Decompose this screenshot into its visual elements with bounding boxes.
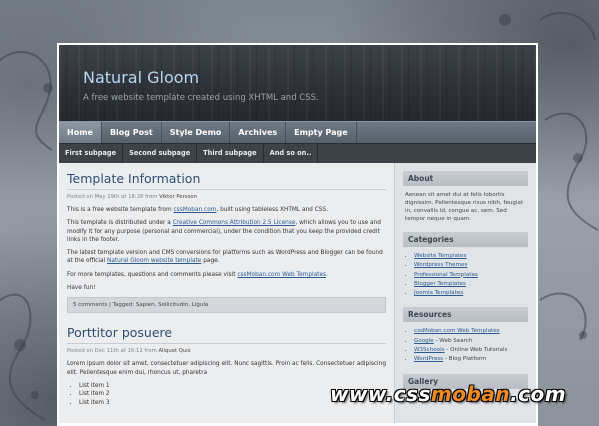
list-item: WordPress - Blog Platform	[414, 355, 528, 364]
site-title[interactable]: Natural Gloom	[83, 68, 536, 87]
category-link[interactable]: Joomla Templates	[414, 290, 463, 296]
text: .	[326, 271, 328, 278]
resource-list: cssMoban.com Web Templates Google - Web …	[414, 327, 528, 364]
list-item: W3Schools - Online Web Tutorials	[414, 346, 528, 355]
post-meta: Posted on May 19th at 18:28 from Viktor …	[67, 194, 386, 200]
resource-link[interactable]: Google	[414, 338, 434, 344]
subnav-item-third[interactable]: Third subpage	[197, 144, 264, 163]
subnav-item-second[interactable]: Second subpage	[123, 144, 198, 163]
watermark-mid: moban	[430, 382, 511, 406]
post-title[interactable]: Porttitor posuere	[67, 325, 386, 345]
post-footer: 5 comments | Tagged: Sapien, Sollicitudi…	[67, 297, 386, 314]
post-paragraph: For more templates, questions and commen…	[67, 271, 386, 279]
list-item: Google - Web Search	[414, 337, 528, 346]
post-meta-date: Posted on Dec 11th at 16:12 from	[67, 348, 157, 355]
site-header: Natural Gloom A free website template cr…	[59, 45, 536, 121]
list-item: Wordpress Themes	[414, 261, 528, 270]
category-link[interactable]: Website Templates	[414, 253, 467, 259]
post-paragraph: Have fun!	[67, 285, 96, 292]
link-web-templates[interactable]: cssMoban.com Web Templates	[237, 272, 326, 278]
post-paragraph: Lorem ipsum dolor sit amet, consectetuer…	[67, 361, 386, 376]
sidebar-categories: Categories Website Templates Wordpress T…	[403, 232, 528, 298]
sidebar-about: About Aenean sit amet dui at felis lobor…	[403, 171, 528, 223]
category-link[interactable]: Professional Templates	[414, 272, 478, 278]
category-list: Website Templates Wordpress Themes Profe…	[414, 252, 528, 298]
resource-link[interactable]: WordPress	[414, 356, 443, 362]
post-tags: | Tagged: Sapien, Sollicitudin, Ligula	[109, 302, 209, 309]
list-item: Blogger Templates	[414, 280, 528, 289]
post-title[interactable]: Template Information	[67, 171, 386, 190]
post-meta: Posted on Dec 11th at 16:12 from Aliquet…	[67, 348, 386, 354]
watermark-left: www.css	[330, 382, 431, 406]
text: page.	[203, 258, 220, 265]
list-item: Professional Templates	[414, 271, 528, 280]
link-license[interactable]: Creative Commons Attribution 2.5 License	[173, 220, 296, 226]
sidebar-heading: Resources	[403, 307, 528, 323]
resource-suffix: - Blog Platform	[443, 356, 487, 363]
text: , built using tableless XHTML and CSS.	[216, 207, 328, 213]
sidebar-resources: Resources cssMoban.com Web Templates Goo…	[403, 307, 528, 364]
nav-item-archives[interactable]: Archives	[230, 122, 287, 143]
list-item: cssMoban.com Web Templates	[414, 327, 528, 336]
resource-suffix: - Web Search	[433, 337, 473, 344]
subnav-item-first[interactable]: First subpage	[59, 144, 124, 163]
about-text: Aenean sit amet dui at felis lobortis di…	[405, 192, 524, 222]
list-item: Website Templates	[414, 252, 528, 261]
main-nav: Home Blog Post Style Demo Archives Empty…	[59, 121, 536, 143]
link-cssmoban[interactable]: cssMoban.com	[173, 207, 216, 213]
text: This is a free website template from	[67, 207, 172, 213]
text: This template is distributed under a	[67, 220, 171, 227]
resource-link[interactable]: W3Schools	[414, 347, 445, 353]
category-link[interactable]: Blogger Templates	[414, 281, 466, 287]
sidebar-heading: About	[403, 171, 528, 186]
nav-item-empty-page[interactable]: Empty Page	[286, 122, 357, 143]
list-item: Joomla Templates	[414, 289, 528, 298]
nav-item-home[interactable]: Home	[59, 122, 102, 143]
link-template-page[interactable]: Natural Gloom website template	[107, 258, 201, 264]
text: For more templates, questions and commen…	[67, 271, 236, 278]
post-author: Aliquet Quis	[158, 348, 191, 355]
post-meta-date: Posted on May 19th at 18:28 from	[67, 194, 158, 200]
category-link[interactable]: Wordpress Themes	[414, 262, 467, 268]
post-template-information: Template Information Posted on May 19th …	[67, 171, 386, 314]
comments-link[interactable]: 5 comments	[73, 302, 107, 308]
resource-suffix: - Online Web Tutorials	[444, 347, 508, 354]
watermark-right: .com	[510, 382, 567, 406]
post-paragraph: This is a free website template from css…	[67, 206, 386, 214]
subnav-item-and-so-on[interactable]: And so on..	[264, 144, 319, 163]
nav-item-style-demo[interactable]: Style Demo	[162, 122, 231, 143]
post-author: Viktor Persson	[159, 194, 197, 200]
nav-item-blog-post[interactable]: Blog Post	[102, 122, 162, 143]
post-paragraph: The latest template version and CMS conv…	[67, 249, 386, 266]
sub-nav: First subpage Second subpage Third subpa…	[59, 143, 536, 163]
sidebar-heading: Categories	[403, 232, 528, 247]
site-tagline: A free website template created using XH…	[83, 93, 319, 103]
site-frame: Natural Gloom A free website template cr…	[57, 43, 538, 426]
resource-link[interactable]: cssMoban.com Web Templates	[414, 328, 500, 334]
watermark: www.cssmoban.com	[330, 382, 566, 406]
post-paragraph: This template is distributed under a Cre…	[67, 219, 386, 244]
